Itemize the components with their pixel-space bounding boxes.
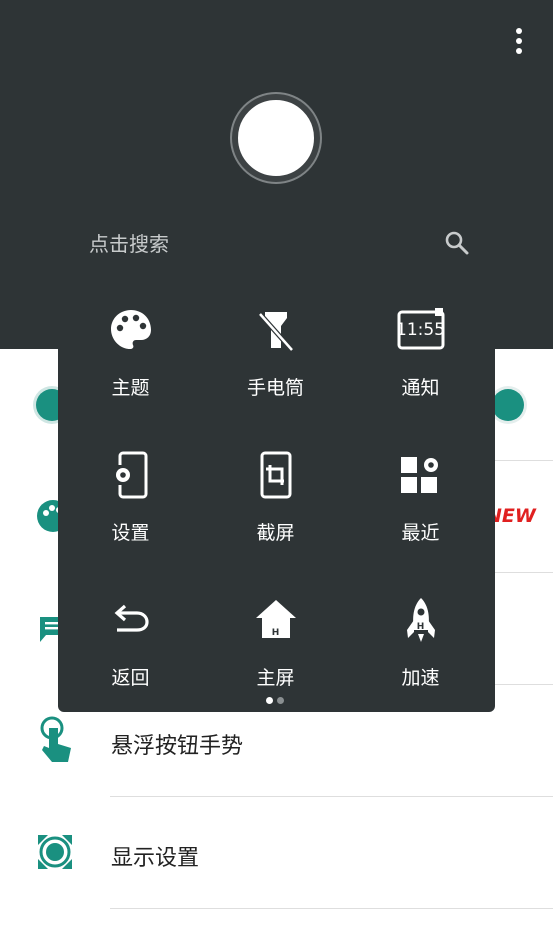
page-dot-active[interactable] [266,697,273,704]
rocket-icon [406,598,435,642]
recent-apps-icon [400,457,438,493]
tile-theme[interactable]: 主题 [58,300,203,440]
tile-notification[interactable]: 11:55 通知 [348,300,493,440]
tile-flashlight[interactable]: 手电筒 [203,300,348,440]
tile-label: 通知 [401,377,440,399]
tile-label: 手电筒 [246,377,304,399]
search-icon[interactable] [444,230,470,256]
page-indicator [266,697,284,704]
tile-label: 主题 [111,377,150,399]
tile-label: 加速 [401,667,440,689]
toggle-switch[interactable] [492,389,524,421]
back-icon [114,604,149,632]
divider [110,796,553,797]
floating-button-avatar[interactable] [232,94,320,182]
list-item-label: 显示设置 [111,846,200,871]
quick-actions-panel: 主题 手电筒 11:55 通知 设置 截屏 最近 返回 H 主屏 H 加速 [58,300,495,712]
home-icon-text: H [271,628,280,638]
tile-back[interactable]: 返回 [58,590,203,730]
flashlight-off-icon [257,312,294,352]
header: 点击搜索 [0,0,553,349]
display-settings-icon [38,835,72,869]
tile-label: 最近 [401,522,440,544]
tile-screenshot[interactable]: 截屏 [203,445,348,585]
tile-home[interactable]: H 主屏 [203,590,348,730]
notification-icon-time: 11:55 [396,320,445,340]
palette-icon [110,310,151,349]
more-vert-icon[interactable] [508,24,530,58]
list-item-display[interactable]: 显示设置 [0,798,553,910]
list-item-label: 悬浮按钮手势 [111,734,244,759]
tile-label: 设置 [111,522,150,544]
tile-label: 返回 [111,667,150,689]
search-input[interactable]: 点击搜索 [89,228,169,257]
page-dot[interactable] [277,697,284,704]
tile-label: 截屏 [256,522,295,544]
tile-settings[interactable]: 设置 [58,445,203,585]
tile-label: 主屏 [256,667,295,689]
settings-phone-icon [114,451,147,499]
screenshot-icon [260,451,291,499]
divider [110,908,553,909]
tile-recent[interactable]: 最近 [348,445,493,585]
tile-boost[interactable]: H 加速 [348,590,493,730]
rocket-icon-text: H [416,622,425,632]
